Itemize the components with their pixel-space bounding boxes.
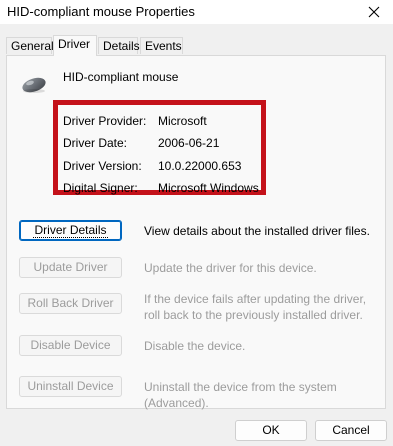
driver-version-value: 10.0.22000.653	[158, 159, 242, 173]
driver-date-value: 2006-06-21	[158, 136, 220, 150]
roll-back-driver-button-label: Roll Back Driver	[27, 296, 114, 310]
device-name: HID-compliant mouse	[63, 70, 179, 84]
tab-events[interactable]: Events	[140, 37, 183, 54]
driver-date-label: Driver Date:	[63, 136, 128, 150]
update-driver-description: Update the driver for this device.	[144, 261, 317, 275]
close-button[interactable]	[355, 0, 393, 24]
tab-driver-label: Driver	[58, 37, 90, 51]
driver-details-button[interactable]: Driver Details	[19, 220, 122, 241]
ok-button[interactable]: OK	[235, 420, 307, 441]
uninstall-device-button[interactable]: Uninstall Device	[19, 376, 122, 397]
disable-device-button[interactable]: Disable Device	[19, 335, 122, 356]
driver-details-button-label: Driver Details	[33, 223, 108, 238]
update-driver-button-label: Update Driver	[33, 260, 108, 274]
tab-general[interactable]: General	[6, 37, 54, 54]
close-icon	[368, 6, 380, 18]
uninstall-device-button-label: Uninstall Device	[27, 379, 114, 393]
driver-version-label: Driver Version:	[63, 159, 142, 173]
roll-back-driver-button[interactable]: Roll Back Driver	[19, 293, 122, 314]
disable-device-button-label: Disable Device	[30, 338, 111, 352]
tab-general-label: General	[11, 39, 54, 53]
cancel-button[interactable]: Cancel	[315, 420, 387, 441]
roll-back-driver-description: If the device fails after updating the d…	[144, 292, 367, 322]
digital-signer-label: Digital Signer:	[63, 181, 138, 195]
digital-signer-value: Microsoft Windows	[158, 181, 259, 195]
tab-driver[interactable]: Driver	[53, 35, 97, 56]
uninstall-device-description: Uninstall the device from the system (Ad…	[144, 380, 337, 410]
disable-device-description: Disable the device.	[144, 339, 246, 353]
mouse-icon	[22, 77, 46, 93]
window-title: HID-compliant mouse Properties	[7, 4, 195, 19]
title-bar: HID-compliant mouse Properties	[0, 0, 393, 24]
tab-events-label: Events	[145, 39, 182, 53]
driver-provider-label: Driver Provider:	[63, 114, 147, 128]
tab-details-label: Details	[103, 39, 140, 53]
driver-details-description: View details about the installed driver …	[144, 224, 370, 238]
update-driver-button[interactable]: Update Driver	[19, 257, 122, 278]
driver-provider-value: Microsoft	[158, 114, 207, 128]
cancel-button-label: Cancel	[332, 423, 370, 437]
tab-details[interactable]: Details	[98, 37, 140, 54]
ok-button-label: OK	[262, 423, 280, 437]
